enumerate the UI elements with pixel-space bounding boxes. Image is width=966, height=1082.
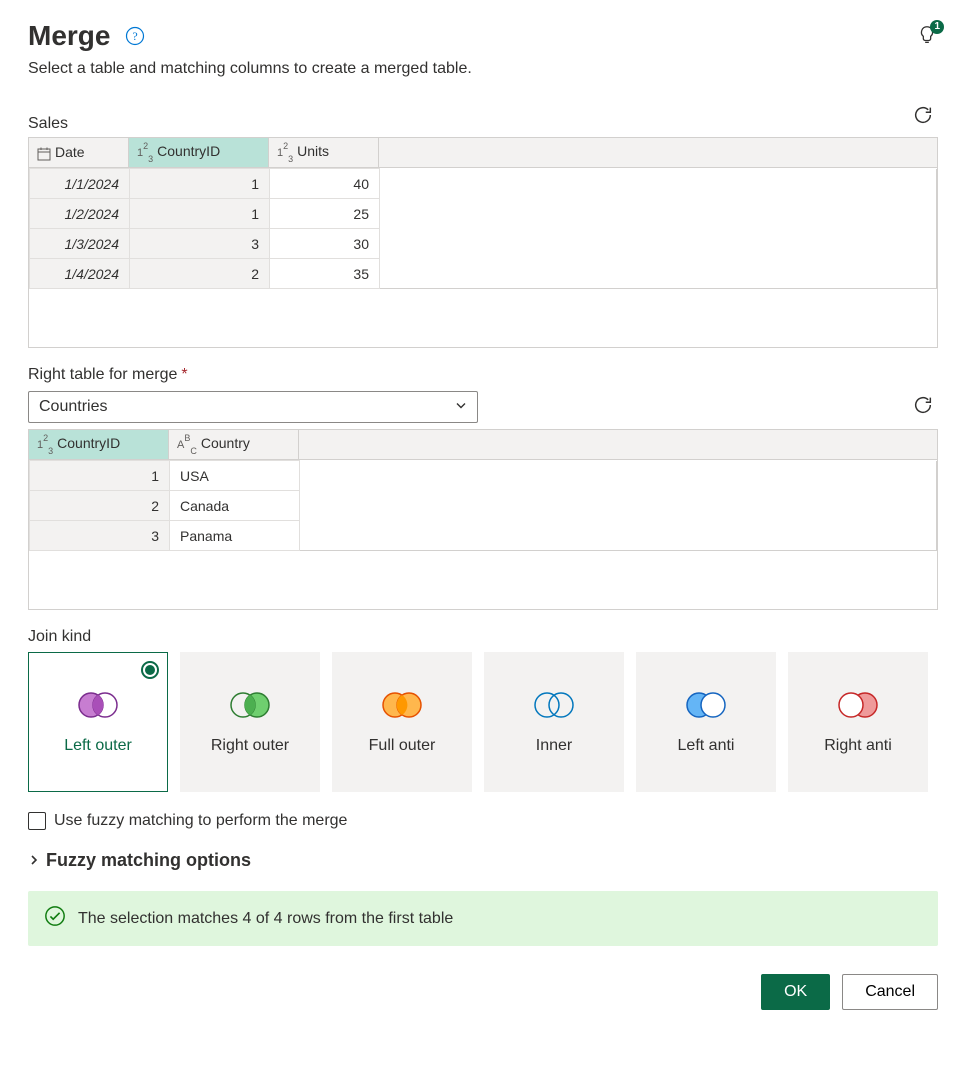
join-kind-label: Join kind — [28, 628, 91, 646]
join-option-right-outer[interactable]: Right outer — [180, 652, 320, 792]
chevron-right-icon — [28, 853, 40, 869]
radio-selected-icon — [141, 661, 159, 679]
dialog-title: Merge — [28, 20, 110, 52]
table-row[interactable]: 1/3/2024 3 30 — [30, 229, 937, 259]
number-type-icon: 123 — [37, 439, 53, 451]
column-header-country[interactable]: ABCCountry — [169, 430, 299, 460]
refresh-right-button[interactable] — [908, 390, 938, 423]
refresh-left-button[interactable] — [908, 100, 938, 133]
join-option-full-outer[interactable]: Full outer — [332, 652, 472, 792]
table-row[interactable]: 1/2/2024 1 25 — [30, 199, 937, 229]
column-header-date[interactable]: Date — [29, 138, 129, 168]
svg-text:?: ? — [133, 29, 138, 43]
join-option-right-anti[interactable]: Right anti — [788, 652, 928, 792]
ok-button[interactable]: OK — [761, 974, 830, 1010]
join-label: Right outer — [211, 736, 289, 755]
table-row[interactable]: 1/4/2024 2 35 — [30, 259, 937, 289]
column-header-spacer — [379, 138, 938, 168]
status-text: The selection matches 4 of 4 rows from t… — [78, 910, 453, 928]
checkmark-icon — [44, 905, 66, 932]
idea-badge: 1 — [930, 20, 944, 34]
join-option-left-outer[interactable]: Left outer — [28, 652, 168, 792]
number-type-icon: 123 — [137, 147, 153, 159]
table-row[interactable]: 1 USA — [30, 461, 937, 491]
column-header-units[interactable]: 123Units — [269, 138, 379, 168]
right-table-label: Right table for merge — [28, 366, 177, 384]
required-asterisk: * — [181, 366, 187, 384]
fuzzy-options-label: Fuzzy matching options — [46, 850, 251, 871]
right-table[interactable]: 123CountryID ABCCountry — [28, 429, 938, 460]
column-header-countryid[interactable]: 123CountryID — [29, 430, 169, 460]
left-table[interactable]: Date 123CountryID 123Units — [28, 137, 938, 168]
table-row[interactable]: 1/1/2024 1 40 — [30, 169, 937, 199]
status-bar: The selection matches 4 of 4 rows from t… — [28, 891, 938, 946]
join-option-inner[interactable]: Inner — [484, 652, 624, 792]
calendar-icon — [37, 147, 51, 161]
cancel-button[interactable]: Cancel — [842, 974, 938, 1010]
idea-icon[interactable]: 1 — [916, 24, 938, 49]
dialog-subtitle: Select a table and matching columns to c… — [28, 60, 938, 78]
column-header-spacer — [299, 430, 938, 460]
help-icon[interactable]: ? — [124, 25, 146, 47]
right-table-dropdown[interactable]: Countries — [28, 391, 478, 423]
join-label: Left outer — [64, 736, 132, 755]
join-label: Left anti — [678, 736, 735, 755]
table-row[interactable]: 2 Canada — [30, 491, 937, 521]
number-type-icon: 123 — [277, 147, 293, 159]
join-option-left-anti[interactable]: Left anti — [636, 652, 776, 792]
join-label: Inner — [536, 736, 572, 755]
text-type-icon: ABC — [177, 439, 197, 451]
fuzzy-match-checkbox[interactable] — [28, 812, 46, 830]
left-table-label: Sales — [28, 115, 68, 133]
table-row[interactable]: 3 Panama — [30, 521, 937, 551]
column-header-countryid[interactable]: 123CountryID — [129, 138, 269, 168]
join-label: Full outer — [369, 736, 436, 755]
fuzzy-match-label: Use fuzzy matching to perform the merge — [54, 812, 347, 830]
fuzzy-options-expander[interactable]: Fuzzy matching options — [28, 850, 938, 871]
join-label: Right anti — [824, 736, 892, 755]
